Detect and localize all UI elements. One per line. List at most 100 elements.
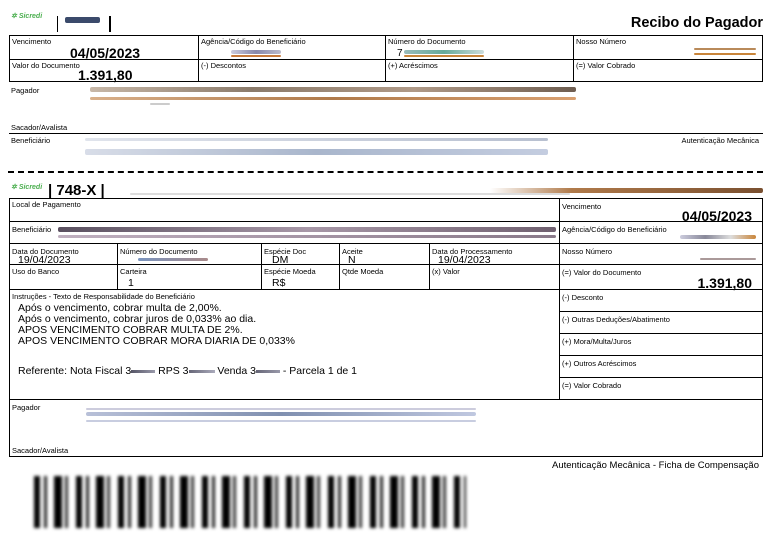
especie-moeda-value: R$ bbox=[272, 277, 286, 289]
slip-sacador-label: Sacador/Avalista bbox=[12, 446, 69, 455]
especie-moeda-cell: Espécie Moeda R$ bbox=[261, 264, 340, 290]
valor-cobrado-cell: (=) Valor Cobrado bbox=[573, 59, 763, 82]
referente-rps: RPS 3 bbox=[158, 365, 189, 377]
divider bbox=[57, 16, 58, 32]
redacted-pagador bbox=[90, 97, 576, 100]
redacted-pagador bbox=[86, 408, 476, 410]
numero-documento-label: Número do Documento bbox=[388, 37, 466, 46]
local-pagamento-cell: Local de Pagamento bbox=[9, 198, 560, 222]
nosso-numero-label: Nosso Número bbox=[576, 37, 627, 46]
slip-valor-cobrado-label: (=) Valor Cobrado bbox=[562, 381, 622, 390]
autenticacao-label: Autenticação Mecânica bbox=[681, 136, 759, 145]
redacted-value bbox=[255, 369, 280, 373]
valor-documento-cell: Valor do Documento 1.391,80 bbox=[9, 59, 199, 83]
referente-parcela: - Parcela 1 de 1 bbox=[282, 365, 358, 377]
cut-line bbox=[8, 171, 763, 173]
slip-nosso-numero-label: Nosso Número bbox=[562, 247, 613, 256]
desconto-label: (-) Desconto bbox=[562, 293, 604, 302]
instrucoes-label: Instruções - Texto de Responsabilidade d… bbox=[12, 292, 195, 301]
redacted-value bbox=[694, 53, 756, 55]
sacador-label: Sacador/Avalista bbox=[11, 123, 68, 132]
beneficiario-label: Beneficiário bbox=[11, 136, 51, 145]
valor-documento-value: 1.391,80 bbox=[78, 67, 133, 83]
slip-agencia-label: Agência/Código do Beneficiário bbox=[562, 225, 667, 234]
especie-doc-cell: Espécie Doc DM bbox=[261, 243, 340, 266]
redacted-beneficiario bbox=[85, 149, 548, 155]
valor-cobrado-label: (=) Valor Cobrado bbox=[576, 61, 636, 70]
acrescimos-label: (+) Acréscimos bbox=[388, 61, 438, 70]
redacted-bank-code bbox=[65, 17, 100, 23]
instrucoes-cell: Instruções - Texto de Responsabilidade d… bbox=[9, 289, 560, 400]
data-processamento-cell: Data do Processamento 19/04/2023 bbox=[429, 243, 560, 266]
redacted-digitable-line bbox=[130, 193, 570, 195]
slip-pagador-cell: Pagador Sacador/Avalista bbox=[9, 399, 763, 457]
qtde-moeda-label: Qtde Moeda bbox=[342, 267, 384, 276]
slip-numero-documento-cell: Número do Documento bbox=[117, 243, 262, 265]
redacted-beneficiario bbox=[58, 227, 556, 232]
referente-venda: Venda 3 bbox=[217, 365, 256, 377]
slip-valor-documento-cell: (=) Valor do Documento 1.391,80 bbox=[559, 264, 763, 291]
barcode bbox=[34, 476, 466, 528]
redacted-value bbox=[138, 258, 208, 261]
sicredi-logo: ✲ Sicredi bbox=[11, 184, 43, 191]
sicredi-logo: ✲ Sicredi bbox=[11, 13, 43, 20]
x-valor-label: (x) Valor bbox=[432, 267, 460, 276]
uso-banco-label: Uso do Banco bbox=[12, 267, 60, 276]
redacted-pagador bbox=[150, 103, 170, 105]
valor-documento-label: Valor do Documento bbox=[12, 61, 80, 70]
carteira-label: Carteira bbox=[120, 267, 147, 276]
qtde-moeda-cell: Qtde Moeda bbox=[339, 264, 430, 290]
redacted-value bbox=[131, 369, 156, 373]
slip-beneficiario-label: Beneficiário bbox=[12, 225, 52, 234]
redacted-value bbox=[188, 369, 215, 373]
redacted-value bbox=[404, 50, 484, 54]
slip-autenticacao-label: Autenticação Mecânica - Ficha de Compens… bbox=[551, 460, 759, 471]
outras-deducoes-label: (-) Outras Deduções/Abatimento bbox=[562, 315, 670, 324]
mora-label: (+) Mora/Multa/Juros bbox=[562, 337, 632, 346]
desconto-cell: (-) Desconto bbox=[559, 289, 763, 312]
slip-beneficiario-cell: Beneficiário bbox=[9, 221, 560, 244]
redacted-value bbox=[680, 235, 756, 239]
redacted-value bbox=[404, 55, 484, 57]
receipt-title: Recibo do Pagador bbox=[630, 15, 763, 31]
agencia-label: Agência/Código do Beneficiário bbox=[201, 37, 306, 46]
redacted-value bbox=[694, 48, 756, 50]
redacted-pagador bbox=[86, 412, 476, 416]
numero-documento-cell: Número do Documento 7 bbox=[385, 35, 574, 60]
especie-moeda-label: Espécie Moeda bbox=[264, 267, 316, 276]
descontos-label: (-) Descontos bbox=[201, 61, 247, 70]
aceite-cell: Aceite N bbox=[339, 243, 430, 266]
redacted-pagador bbox=[90, 87, 576, 92]
divider bbox=[109, 16, 111, 32]
mora-cell: (+) Mora/Multa/Juros bbox=[559, 333, 763, 356]
slip-nosso-numero-cell: Nosso Número bbox=[559, 243, 763, 265]
outras-deducoes-cell: (-) Outras Deduções/Abatimento bbox=[559, 311, 763, 334]
data-documento-cell: Data do Documento 19/04/2023 bbox=[9, 243, 118, 266]
carteira-cell: Carteira 1 bbox=[117, 264, 262, 290]
divider bbox=[9, 133, 763, 134]
agencia-cell: Agência/Código do Beneficiário bbox=[198, 35, 386, 60]
nosso-numero-cell: Nosso Número bbox=[573, 35, 763, 60]
slip-valor-documento-label: (=) Valor do Documento bbox=[562, 268, 642, 277]
redacted-value bbox=[231, 50, 281, 54]
referente-nota-fiscal: Referente: Nota Fiscal 3 bbox=[18, 365, 132, 377]
bank-code: | 748-X | bbox=[48, 182, 105, 199]
x-valor-cell: (x) Valor bbox=[429, 264, 560, 290]
redacted-value bbox=[700, 258, 756, 260]
acrescimos-cell: (+) Acréscimos bbox=[385, 59, 574, 82]
instrucao-line: APOS VENCIMENTO COBRAR MORA DIARIA DE 0,… bbox=[18, 335, 295, 347]
vencimento-cell: Vencimento 04/05/2023 bbox=[9, 35, 199, 61]
uso-banco-cell: Uso do Banco bbox=[9, 264, 118, 290]
redacted-beneficiario bbox=[85, 138, 548, 141]
slip-vencimento-cell: Vencimento 04/05/2023 bbox=[559, 198, 763, 224]
slip-pagador-label: Pagador bbox=[12, 403, 41, 412]
redacted-value bbox=[231, 55, 281, 57]
local-pagamento-label: Local de Pagamento bbox=[12, 200, 81, 209]
redacted-pagador bbox=[86, 420, 476, 422]
outros-acrescimos-label: (+) Outros Acréscimos bbox=[562, 359, 637, 368]
numero-documento-value: 7 bbox=[397, 48, 403, 59]
descontos-cell: (-) Descontos bbox=[198, 59, 386, 82]
redacted-beneficiario bbox=[58, 235, 556, 238]
referente-line: Referente: Nota Fiscal 3 RPS 3 Venda 3 -… bbox=[18, 366, 357, 377]
slip-vencimento-label: Vencimento bbox=[562, 202, 602, 211]
